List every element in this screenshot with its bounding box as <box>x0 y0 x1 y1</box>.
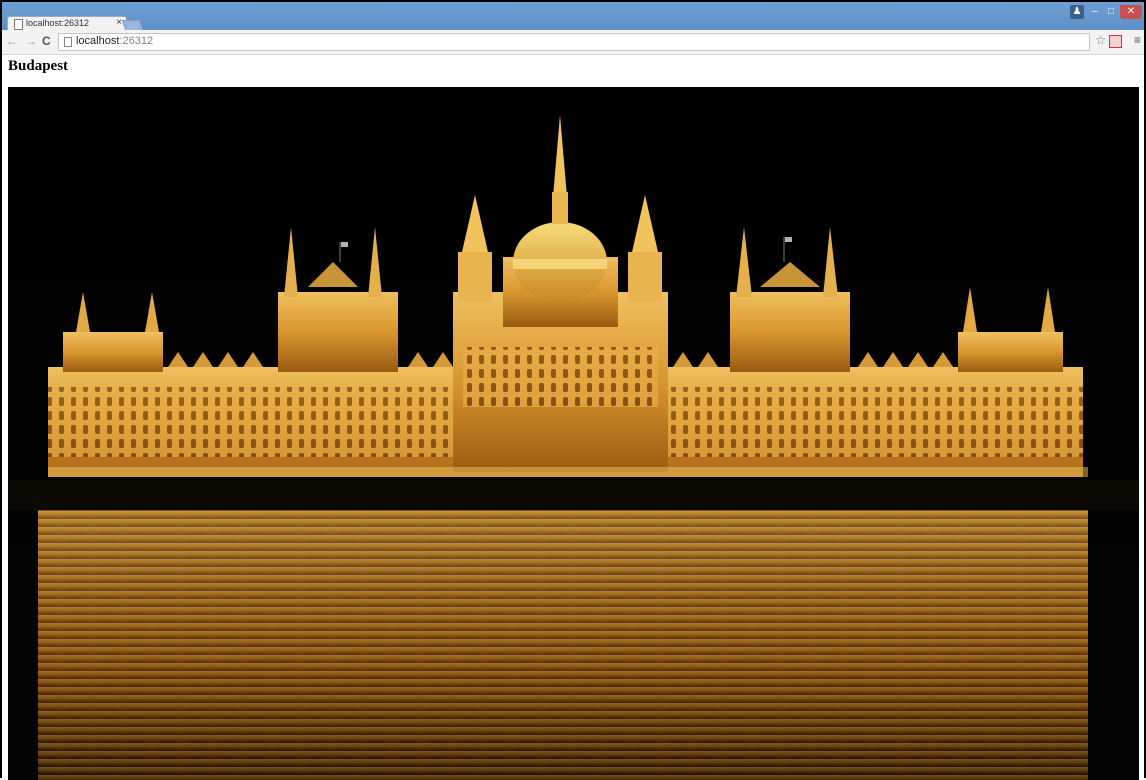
url-host: localhost <box>76 35 120 47</box>
page-title: Budapest <box>8 58 69 74</box>
page-content: Budapest <box>2 55 1144 780</box>
browser-window: localhost:26312 × ♟ – □ ✕ ← → C localhos… <box>0 0 1146 780</box>
maximize-button[interactable]: □ <box>1104 5 1118 19</box>
toolbar: ← → C localhost:26312 ☆ ≡ <box>2 30 1144 55</box>
forward-button[interactable]: → <box>25 34 37 48</box>
menu-icon[interactable]: ≡ <box>1134 33 1141 47</box>
close-window-button[interactable]: ✕ <box>1120 5 1142 19</box>
minimize-button[interactable]: – <box>1088 5 1102 19</box>
extension-icon[interactable] <box>1109 35 1122 48</box>
url-port: :26312 <box>119 35 154 47</box>
parliament-illustration <box>8 87 1139 780</box>
reload-button[interactable]: C <box>42 34 51 48</box>
tab-close-icon[interactable]: × <box>116 17 122 28</box>
back-button[interactable]: ← <box>6 34 18 48</box>
budapest-photo <box>8 87 1139 780</box>
scrollbar[interactable] <box>1139 55 1144 780</box>
bookmark-star-icon[interactable]: ☆ <box>1095 33 1106 47</box>
url-text[interactable]: localhost:26312 <box>76 35 153 47</box>
address-bar[interactable]: localhost:26312 <box>58 33 1090 51</box>
page-icon <box>64 37 72 47</box>
tab-strip: localhost:26312 × ♟ – □ ✕ <box>2 2 1144 33</box>
user-icon[interactable]: ♟ <box>1070 5 1084 19</box>
page-icon <box>14 19 23 30</box>
tab-title: localhost:26312 <box>26 18 90 28</box>
